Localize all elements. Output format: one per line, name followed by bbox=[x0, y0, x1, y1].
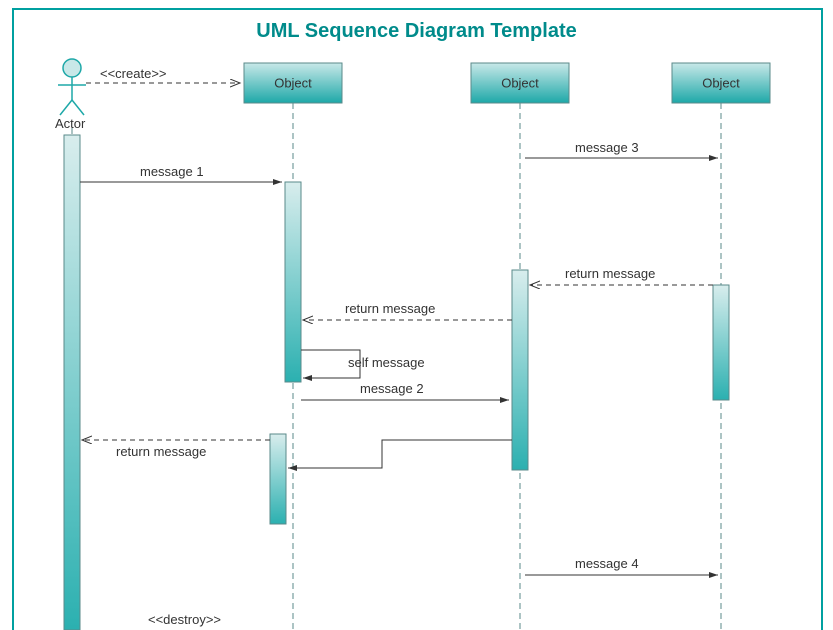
activation-obj1-1 bbox=[285, 182, 301, 382]
msg-create-label: <<create>> bbox=[100, 66, 167, 81]
object-label-3: Object bbox=[702, 75, 740, 90]
activation-actor bbox=[64, 135, 80, 630]
msg-self-label: self message bbox=[348, 355, 425, 370]
msg-return-path bbox=[288, 440, 512, 468]
diagram-frame: UML Sequence Diagram Template bbox=[0, 0, 833, 630]
actor-label: Actor bbox=[55, 116, 86, 131]
activation-obj2 bbox=[512, 270, 528, 470]
msg-1-label: message 1 bbox=[140, 164, 204, 179]
msg-return-2-label: return message bbox=[345, 301, 435, 316]
msg-return-1-label: return message bbox=[565, 266, 655, 281]
msg-2-label: message 2 bbox=[360, 381, 424, 396]
msg-3-label: message 3 bbox=[575, 140, 639, 155]
object-label-2: Object bbox=[501, 75, 539, 90]
actor-icon bbox=[58, 59, 86, 115]
msg-destroy-label: <<destroy>> bbox=[148, 612, 221, 627]
msg-return-3-label: return message bbox=[116, 444, 206, 459]
object-label-1: Object bbox=[274, 75, 312, 90]
activation-obj3 bbox=[713, 285, 729, 400]
activation-obj1-2 bbox=[270, 434, 286, 524]
sequence-diagram: Actor Object Object Object <<create>> me… bbox=[0, 0, 833, 630]
msg-4-label: message 4 bbox=[575, 556, 639, 571]
